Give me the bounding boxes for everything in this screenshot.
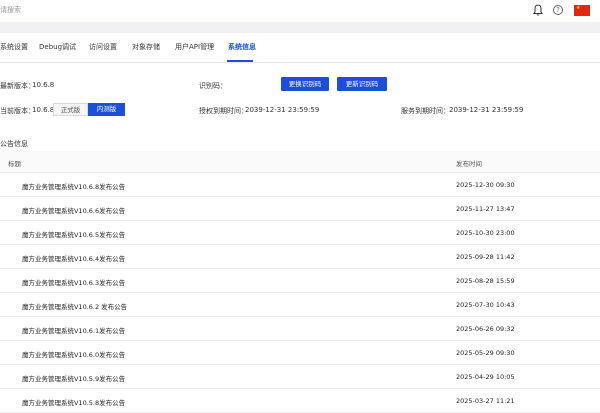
header-divider-band <box>0 22 600 33</box>
service-expiry-value: 2039-12-31 23:59:59 <box>449 106 524 114</box>
tab-object-storage[interactable]: 对象存储 <box>132 42 160 52</box>
announcement-time: 2025-12-30 09:30 <box>456 181 515 189</box>
announcement-time: 2025-08-28 15:59 <box>456 277 515 285</box>
announcement-title[interactable]: 魔方业务管理系统V10.6.3发布公告 <box>22 277 125 287</box>
announcement-title[interactable]: 魔方业务管理系统V10.6.6发布公告 <box>22 205 125 215</box>
announcement-title[interactable]: 魔方业务管理系统V10.6.4发布公告 <box>22 253 125 263</box>
column-header-time: 发布时间 <box>456 160 482 168</box>
current-version-label: 当前版本： <box>0 107 35 115</box>
announcement-time: 2025-10-30 23:00 <box>456 229 515 237</box>
update-id-code-button[interactable]: 更新识别码 <box>337 77 387 91</box>
table-row[interactable]: 魔方业务管理系统V10.6.8发布公告 2025-12-30 09:30 <box>0 173 600 197</box>
table-row[interactable]: 魔方业务管理系统V10.6.2 发布公告 2025-07-30 10:43 <box>0 293 600 317</box>
announcement-time: 2025-09-28 11:42 <box>456 253 515 261</box>
announcement-time: 2025-03-27 11:21 <box>456 397 515 405</box>
id-code-label: 识别码： <box>199 82 227 90</box>
channel-beta-button[interactable]: 内测版 <box>88 103 125 116</box>
tab-system-settings[interactable]: 系统设置 <box>0 42 28 52</box>
table-row[interactable]: 魔方业务管理系统V10.6.5发布公告 2025-10-30 23:00 <box>0 221 600 245</box>
announcement-time: 2025-06-26 09:32 <box>456 325 515 333</box>
tab-debug[interactable]: Debug调试 <box>39 42 76 52</box>
table-row[interactable]: 魔方业务管理系统V10.6.4发布公告 2025-09-28 11:42 <box>0 245 600 269</box>
column-header-title: 标题 <box>8 160 21 168</box>
search-input[interactable]: 请搜索 <box>0 5 21 15</box>
top-bar: 请搜索 ? ★ <box>0 0 600 22</box>
help-icon[interactable]: ? <box>553 5 563 15</box>
announcement-title[interactable]: 魔方业务管理系统V10.6.8发布公告 <box>22 181 125 191</box>
table-row[interactable]: 魔方业务管理系统V10.5.8发布公告 2025-03-27 11:21 <box>0 389 600 413</box>
announcements-table-header: 标题 发布时间 <box>0 151 600 173</box>
announcement-title[interactable]: 魔方业务管理系统V10.5.9发布公告 <box>22 373 125 383</box>
announcement-title[interactable]: 魔方业务管理系统V10.6.5发布公告 <box>22 229 125 239</box>
bell-icon[interactable] <box>533 4 543 16</box>
language-flag-icon[interactable]: ★ <box>574 5 590 16</box>
replace-id-code-button[interactable]: 更换识别码 <box>281 77 329 91</box>
announcement-time: 2025-04-29 10:05 <box>456 373 515 381</box>
tab-access-settings[interactable]: 访问设置 <box>89 42 117 52</box>
flag-star-icon: ★ <box>576 5 581 11</box>
latest-version-label: 最新版本： <box>0 82 35 90</box>
license-expiry-label: 授权到期时间： <box>199 107 248 115</box>
table-row[interactable]: 魔方业务管理系统V10.5.9发布公告 2025-04-29 10:05 <box>0 365 600 389</box>
tab-user-api[interactable]: 用户API管理 <box>175 42 214 52</box>
announcement-time: 2025-07-30 10:43 <box>456 301 515 309</box>
announcement-title[interactable]: 魔方业务管理系统V10.6.1发布公告 <box>22 325 125 335</box>
latest-version-value: 10.6.8 <box>32 81 55 89</box>
announcement-title[interactable]: 魔方业务管理系统V10.6.2 发布公告 <box>22 301 127 311</box>
table-row[interactable]: 魔方业务管理系统V10.6.3发布公告 2025-08-28 15:59 <box>0 269 600 293</box>
announcements-title: 公告信息 <box>0 140 28 148</box>
announcement-title[interactable]: 魔方业务管理系统V10.5.8发布公告 <box>22 397 125 407</box>
tab-system-info[interactable]: 系统信息 <box>228 42 256 52</box>
service-expiry-label: 服务到期时间： <box>401 107 450 115</box>
announcement-time: 2025-11-27 13:47 <box>456 205 515 213</box>
license-expiry-value: 2039-12-31 23:59:59 <box>245 106 320 114</box>
settings-tabs: 系统设置 Debug调试 访问设置 对象存储 用户API管理 系统信息 <box>0 33 600 63</box>
announcement-time: 2025-05-29 09:30 <box>456 349 515 357</box>
table-row[interactable]: 魔方业务管理系统V10.6.6发布公告 2025-11-27 13:47 <box>0 197 600 221</box>
channel-stable-button[interactable]: 正式版 <box>53 103 88 116</box>
table-row[interactable]: 魔方业务管理系统V10.6.1发布公告 2025-06-26 09:32 <box>0 317 600 341</box>
table-row[interactable]: 魔方业务管理系统V10.6.0发布公告 2025-05-29 09:30 <box>0 341 600 365</box>
active-tab-indicator <box>227 60 253 62</box>
announcement-title[interactable]: 魔方业务管理系统V10.6.0发布公告 <box>22 349 125 359</box>
current-version-value: 10.6.8 <box>32 106 55 114</box>
